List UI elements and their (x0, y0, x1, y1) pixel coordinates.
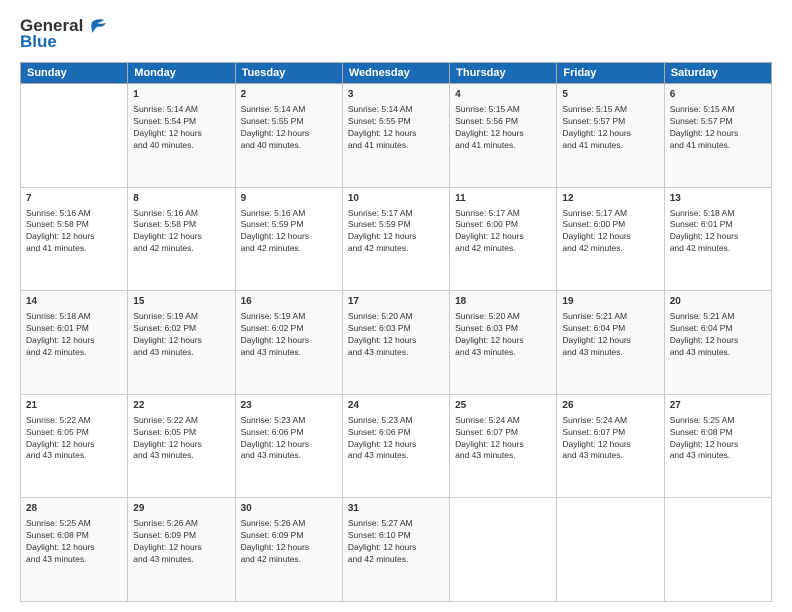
day-cell: 17Sunrise: 5:20 AMSunset: 6:03 PMDayligh… (342, 291, 449, 395)
day-cell: 2Sunrise: 5:14 AMSunset: 5:55 PMDaylight… (235, 84, 342, 188)
logo-container: General Blue (20, 16, 108, 52)
day-cell (664, 498, 771, 602)
day-cell: 13Sunrise: 5:18 AMSunset: 6:01 PMDayligh… (664, 187, 771, 291)
day-number: 25 (455, 399, 551, 413)
page: General Blue SundayMondayTuesdayWednesda… (0, 0, 792, 612)
day-number: 29 (133, 502, 229, 516)
day-cell: 31Sunrise: 5:27 AMSunset: 6:10 PMDayligh… (342, 498, 449, 602)
day-cell: 18Sunrise: 5:20 AMSunset: 6:03 PMDayligh… (450, 291, 557, 395)
day-cell: 25Sunrise: 5:24 AMSunset: 6:07 PMDayligh… (450, 394, 557, 498)
day-number: 20 (670, 295, 766, 309)
week-row-3: 14Sunrise: 5:18 AMSunset: 6:01 PMDayligh… (21, 291, 772, 395)
day-number: 14 (26, 295, 122, 309)
day-cell: 3Sunrise: 5:14 AMSunset: 5:55 PMDaylight… (342, 84, 449, 188)
header: General Blue (20, 16, 772, 52)
logo-blue: Blue (20, 32, 57, 52)
day-cell: 9Sunrise: 5:16 AMSunset: 5:59 PMDaylight… (235, 187, 342, 291)
day-cell (21, 84, 128, 188)
day-number: 15 (133, 295, 229, 309)
day-number: 23 (241, 399, 337, 413)
header-monday: Monday (128, 63, 235, 84)
day-number: 6 (670, 88, 766, 102)
day-number: 1 (133, 88, 229, 102)
logo: General Blue (20, 16, 108, 52)
day-number: 31 (348, 502, 444, 516)
header-tuesday: Tuesday (235, 63, 342, 84)
day-cell: 16Sunrise: 5:19 AMSunset: 6:02 PMDayligh… (235, 291, 342, 395)
day-cell: 4Sunrise: 5:15 AMSunset: 5:56 PMDaylight… (450, 84, 557, 188)
day-cell: 11Sunrise: 5:17 AMSunset: 6:00 PMDayligh… (450, 187, 557, 291)
day-number: 19 (562, 295, 658, 309)
day-cell: 12Sunrise: 5:17 AMSunset: 6:00 PMDayligh… (557, 187, 664, 291)
week-row-2: 7Sunrise: 5:16 AMSunset: 5:58 PMDaylight… (21, 187, 772, 291)
day-cell: 5Sunrise: 5:15 AMSunset: 5:57 PMDaylight… (557, 84, 664, 188)
header-thursday: Thursday (450, 63, 557, 84)
header-saturday: Saturday (664, 63, 771, 84)
day-cell: 23Sunrise: 5:23 AMSunset: 6:06 PMDayligh… (235, 394, 342, 498)
day-cell: 20Sunrise: 5:21 AMSunset: 6:04 PMDayligh… (664, 291, 771, 395)
day-number: 11 (455, 192, 551, 206)
day-cell: 29Sunrise: 5:26 AMSunset: 6:09 PMDayligh… (128, 498, 235, 602)
day-number: 2 (241, 88, 337, 102)
day-cell (450, 498, 557, 602)
logo-icon (86, 18, 108, 34)
week-row-1: 1Sunrise: 5:14 AMSunset: 5:54 PMDaylight… (21, 84, 772, 188)
day-number: 18 (455, 295, 551, 309)
day-cell: 19Sunrise: 5:21 AMSunset: 6:04 PMDayligh… (557, 291, 664, 395)
day-cell: 10Sunrise: 5:17 AMSunset: 5:59 PMDayligh… (342, 187, 449, 291)
day-number: 22 (133, 399, 229, 413)
day-number: 21 (26, 399, 122, 413)
day-cell: 6Sunrise: 5:15 AMSunset: 5:57 PMDaylight… (664, 84, 771, 188)
header-wednesday: Wednesday (342, 63, 449, 84)
day-cell: 1Sunrise: 5:14 AMSunset: 5:54 PMDaylight… (128, 84, 235, 188)
calendar-header-row: SundayMondayTuesdayWednesdayThursdayFrid… (21, 63, 772, 84)
day-number: 12 (562, 192, 658, 206)
day-number: 16 (241, 295, 337, 309)
day-number: 8 (133, 192, 229, 206)
day-number: 5 (562, 88, 658, 102)
calendar-table: SundayMondayTuesdayWednesdayThursdayFrid… (20, 62, 772, 602)
day-number: 27 (670, 399, 766, 413)
day-cell: 30Sunrise: 5:26 AMSunset: 6:09 PMDayligh… (235, 498, 342, 602)
header-sunday: Sunday (21, 63, 128, 84)
day-number: 26 (562, 399, 658, 413)
day-cell: 14Sunrise: 5:18 AMSunset: 6:01 PMDayligh… (21, 291, 128, 395)
header-friday: Friday (557, 63, 664, 84)
day-cell: 28Sunrise: 5:25 AMSunset: 6:08 PMDayligh… (21, 498, 128, 602)
day-number: 4 (455, 88, 551, 102)
day-cell: 22Sunrise: 5:22 AMSunset: 6:05 PMDayligh… (128, 394, 235, 498)
day-cell: 15Sunrise: 5:19 AMSunset: 6:02 PMDayligh… (128, 291, 235, 395)
day-number: 24 (348, 399, 444, 413)
day-number: 28 (26, 502, 122, 516)
week-row-4: 21Sunrise: 5:22 AMSunset: 6:05 PMDayligh… (21, 394, 772, 498)
day-cell: 7Sunrise: 5:16 AMSunset: 5:58 PMDaylight… (21, 187, 128, 291)
day-cell: 24Sunrise: 5:23 AMSunset: 6:06 PMDayligh… (342, 394, 449, 498)
day-number: 30 (241, 502, 337, 516)
day-number: 17 (348, 295, 444, 309)
day-number: 10 (348, 192, 444, 206)
week-row-5: 28Sunrise: 5:25 AMSunset: 6:08 PMDayligh… (21, 498, 772, 602)
day-number: 7 (26, 192, 122, 206)
day-cell (557, 498, 664, 602)
day-number: 9 (241, 192, 337, 206)
day-number: 13 (670, 192, 766, 206)
day-cell: 21Sunrise: 5:22 AMSunset: 6:05 PMDayligh… (21, 394, 128, 498)
day-cell: 27Sunrise: 5:25 AMSunset: 6:08 PMDayligh… (664, 394, 771, 498)
day-cell: 26Sunrise: 5:24 AMSunset: 6:07 PMDayligh… (557, 394, 664, 498)
day-cell: 8Sunrise: 5:16 AMSunset: 5:58 PMDaylight… (128, 187, 235, 291)
day-number: 3 (348, 88, 444, 102)
